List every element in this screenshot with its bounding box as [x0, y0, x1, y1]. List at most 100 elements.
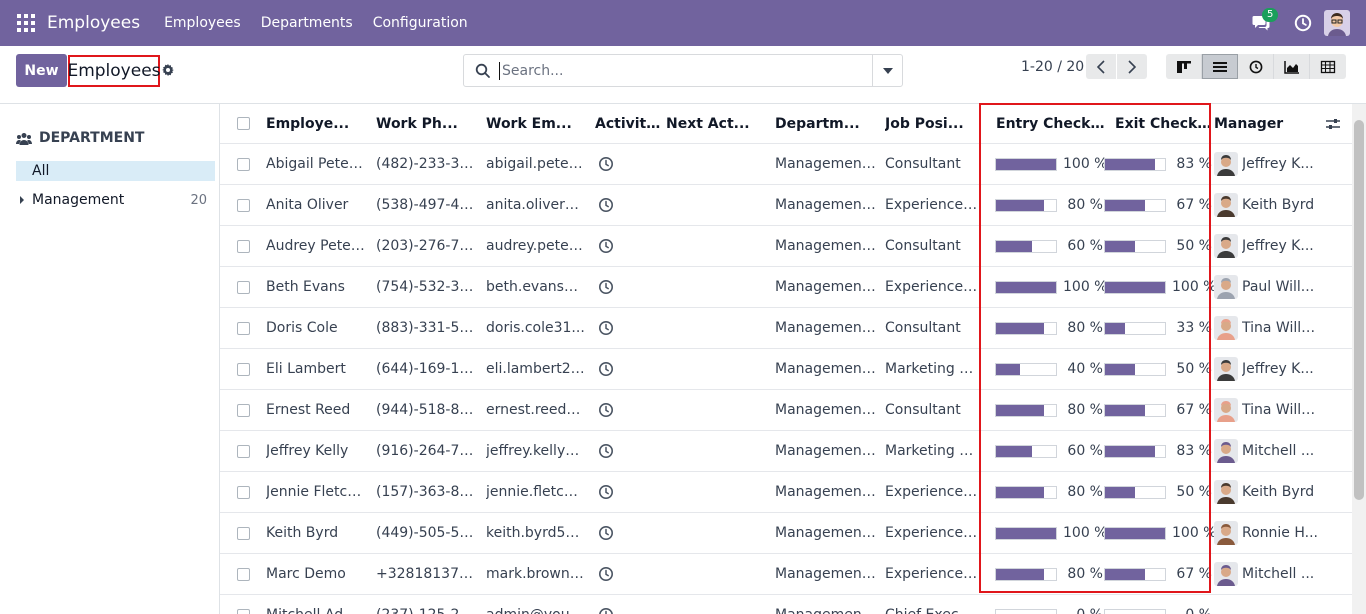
exit-percent: 83 % — [1176, 156, 1212, 172]
activity-clock-icon[interactable] — [598, 320, 614, 336]
activity-clock-icon[interactable] — [598, 238, 614, 254]
activity-clock-icon[interactable] — [598, 156, 614, 172]
work-phone: (944)-518-8232 — [376, 402, 476, 418]
row-checkbox[interactable] — [237, 526, 250, 540]
activity-clock-icon[interactable] — [598, 566, 614, 582]
menu-employees[interactable]: Employees — [164, 15, 241, 31]
table-row[interactable]: Marc Demo +3281813700 mark.brown2... Manage… — [220, 554, 1352, 595]
employee-name: Abigail Peter... — [266, 156, 366, 172]
manager-avatar — [1214, 275, 1238, 299]
row-checkbox[interactable] — [237, 608, 250, 614]
department: Management... — [775, 566, 877, 582]
table-row[interactable]: Jennie Fletcher (157)-363-8229 jennie.flet… — [220, 472, 1352, 513]
menu-departments[interactable]: Departments — [261, 15, 353, 31]
row-checkbox[interactable] — [237, 157, 250, 171]
work-email: beth.evans77... — [486, 279, 586, 295]
header-employee[interactable]: Employe... — [266, 104, 366, 143]
table-row[interactable]: Beth Evans (754)-532-3841 beth.evans77... M… — [220, 267, 1352, 308]
row-checkbox[interactable] — [237, 280, 250, 294]
table-row[interactable]: Ernest Reed (944)-518-8232 ernest.reed4...… — [220, 390, 1352, 431]
entry-percent: 40 % — [1067, 361, 1103, 377]
row-checkbox[interactable] — [237, 321, 250, 335]
graph-view-button[interactable] — [1274, 54, 1310, 79]
manager-name: Paul Will... — [1242, 279, 1315, 295]
menu-configuration[interactable]: Configuration — [373, 15, 468, 31]
entry-percent: 80 % — [1067, 402, 1103, 418]
manager-cell — [1214, 595, 1318, 614]
table-row[interactable]: Jeffrey Kelly (916)-264-7362 jeffrey.kelly… — [220, 431, 1352, 472]
activity-clock-icon[interactable] — [1294, 14, 1312, 32]
column-options-icon[interactable] — [1325, 117, 1341, 131]
entry-percent: 0 % — [1063, 607, 1103, 614]
sidebar-title: DEPARTMENT — [16, 130, 144, 146]
activity-clock-icon[interactable] — [598, 484, 614, 500]
exit-percent: 67 % — [1176, 402, 1212, 418]
row-checkbox[interactable] — [237, 485, 250, 499]
search-input[interactable] — [499, 61, 859, 80]
activity-clock-icon[interactable] — [598, 402, 614, 418]
table-row[interactable]: Abigail Peter... (482)-233-3393 abigail.pe… — [220, 144, 1352, 185]
manager-avatar — [1214, 562, 1238, 586]
activity-clock-icon[interactable] — [598, 197, 614, 213]
header-manager[interactable]: Manager — [1214, 104, 1314, 143]
sidebar-item-management[interactable]: Management 20 — [20, 192, 207, 208]
header-activities[interactable]: Activiti... — [595, 104, 663, 143]
exit-percent: 0 % — [1172, 607, 1212, 614]
entry-progress-bar — [995, 403, 1057, 417]
activity-clock-icon[interactable] — [598, 607, 614, 614]
row-checkbox[interactable] — [237, 403, 250, 417]
clock-icon — [1249, 60, 1262, 73]
list-view-button[interactable] — [1202, 54, 1238, 79]
vertical-scrollbar[interactable] — [1352, 104, 1366, 614]
department: Management... — [775, 361, 877, 377]
table-row[interactable]: Anita Oliver (538)-497-4804 anita.oliver3.… — [220, 185, 1352, 226]
header-entry-checklist[interactable]: Entry Checklist — [996, 104, 1106, 143]
search-options-toggle[interactable] — [872, 55, 902, 86]
activity-clock-icon[interactable] — [598, 279, 614, 295]
table-row[interactable]: Audrey Peter... (203)-276-7903 audrey.pete… — [220, 226, 1352, 267]
header-work-phone[interactable]: Work Ph... — [376, 104, 476, 143]
row-checkbox[interactable] — [237, 362, 250, 376]
header-work-email[interactable]: Work Em... — [486, 104, 586, 143]
kanban-view-button[interactable] — [1166, 54, 1202, 79]
header-job-position[interactable]: Job Posi... — [885, 104, 985, 143]
header-department[interactable]: Departm... — [775, 104, 875, 143]
app-brand[interactable]: Employees — [47, 13, 140, 33]
work-phone: (449)-505-5146 — [376, 525, 476, 541]
activity-clock-icon[interactable] — [598, 361, 614, 377]
pager-previous-button[interactable] — [1086, 54, 1116, 79]
scrollbar-thumb[interactable] — [1354, 120, 1364, 500]
user-avatar[interactable] — [1324, 10, 1350, 36]
header-next-activity[interactable]: Next Act... — [666, 104, 766, 143]
row-checkbox[interactable] — [237, 198, 250, 212]
activity-clock-icon[interactable] — [598, 525, 614, 541]
caret-right-icon[interactable] — [20, 196, 24, 204]
row-checkbox[interactable] — [237, 239, 250, 253]
apps-grid-icon[interactable] — [17, 14, 35, 32]
search-bar — [463, 54, 903, 87]
select-all-checkbox[interactable] — [237, 117, 250, 130]
pivot-view-button[interactable] — [1310, 54, 1346, 79]
table-row[interactable]: Keith Byrd (449)-505-5146 keith.byrd52... M… — [220, 513, 1352, 554]
job-position: Consultant — [885, 320, 961, 336]
exit-percent: 67 % — [1176, 566, 1212, 582]
exit-progress-bar — [1104, 444, 1166, 458]
gear-icon[interactable] — [162, 64, 174, 76]
sidebar-item-all[interactable]: All — [16, 161, 215, 181]
table-row[interactable]: Eli Lambert (644)-169-1352 eli.lambert22..… — [220, 349, 1352, 390]
table-row[interactable]: Mitchell Admin (237)-125-2389 admin@your..… — [220, 595, 1352, 614]
entry-percent: 80 % — [1067, 197, 1103, 213]
row-checkbox[interactable] — [237, 444, 250, 458]
row-checkbox[interactable] — [237, 567, 250, 581]
activity-clock-icon[interactable] — [598, 443, 614, 459]
header-exit-checklist[interactable]: Exit Checklist — [1115, 104, 1215, 143]
new-button[interactable]: New — [16, 54, 67, 87]
table-header: Employe... Work Ph... Work Em... Activit… — [220, 104, 1352, 144]
pager-next-button[interactable] — [1117, 54, 1147, 79]
table-row[interactable]: Doris Cole (883)-331-5378 doris.cole31... M… — [220, 308, 1352, 349]
activity-view-button[interactable] — [1238, 54, 1274, 79]
chat-icon[interactable]: 5 — [1252, 8, 1279, 31]
manager-cell: Paul Will... — [1214, 267, 1318, 307]
search-icon — [475, 63, 490, 78]
pager-value[interactable]: 1-20 / 20 — [1021, 59, 1084, 75]
